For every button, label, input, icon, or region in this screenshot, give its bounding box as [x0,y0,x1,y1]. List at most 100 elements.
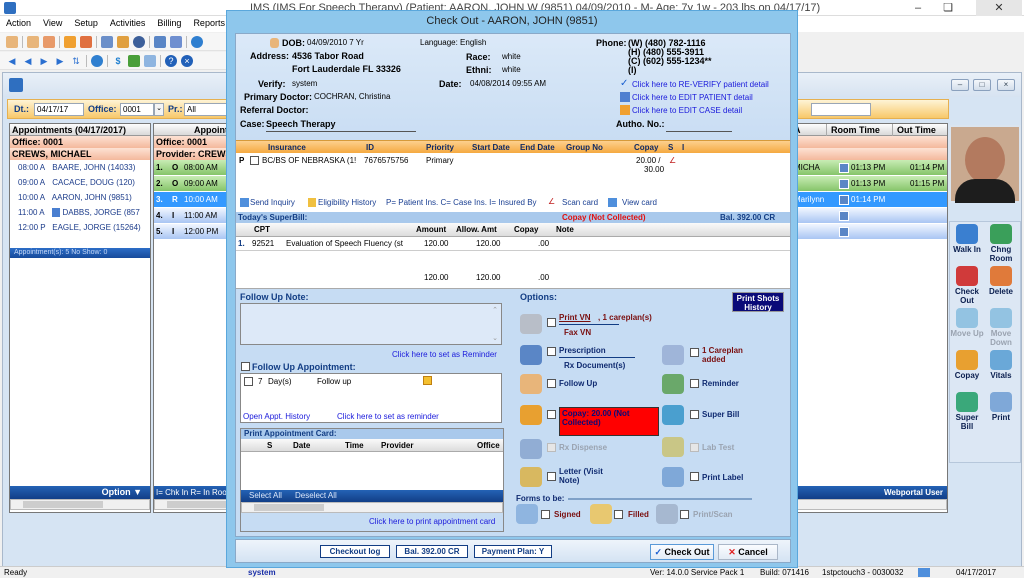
room-assign-icon[interactable] [839,227,849,237]
appointment-row[interactable]: 12:00 P EAGLE, JORGE (15264) [10,220,150,235]
superbill-icon[interactable] [154,35,166,48]
open-appt-history-link[interactable]: Open Appt. History [243,412,310,421]
super-bill-button[interactable]: Super Bill [950,390,984,432]
appointment-row[interactable]: 10:00 A AARON, JOHN (9851) [10,190,150,205]
close-circle-icon[interactable]: × [181,54,193,67]
menu-view[interactable]: View [37,16,68,30]
rx-icon[interactable] [101,35,113,48]
column-header-end-date[interactable]: End Date [520,143,555,152]
scan-card-icon[interactable]: ∠ [669,156,676,165]
eligibility-history-link[interactable]: Eligibility History [318,198,376,207]
print-label-label[interactable]: Print Label [702,473,743,482]
child-close-button[interactable]: × [997,79,1015,91]
fax-vn-label[interactable]: Fax VN [564,328,591,337]
column-header-cpt[interactable]: CPT [254,225,270,234]
dollar-icon[interactable]: $ [112,55,124,67]
menu-reports[interactable]: Reports [187,16,231,30]
careplan-checkbox[interactable] [690,348,699,357]
column-header-room-time[interactable]: Room Time [826,124,880,136]
column-header-time[interactable]: Time [345,441,364,450]
room-assign-icon[interactable] [839,179,849,189]
set-reminder-link-2[interactable]: Click here to set as reminder [337,412,439,421]
patient-verify-icon[interactable] [43,35,55,48]
menu-activities[interactable]: Activities [104,16,152,30]
folder-icon[interactable] [64,35,76,48]
scrollbar-thumb[interactable] [23,501,103,508]
report-chart-icon[interactable] [128,54,140,67]
follow-up-days-checkbox[interactable] [244,377,253,386]
reminder-checkbox[interactable] [690,379,699,388]
menu-action[interactable]: Action [0,16,37,30]
check-out-button[interactable]: ✓ Check Out [650,544,714,560]
room-assign-icon[interactable] [839,211,849,221]
filled-label[interactable]: Filled [628,510,649,519]
signed-checkbox[interactable] [541,510,550,519]
print-appointment-card-link[interactable]: Click here to print appointment card [369,517,495,526]
child-minimize-button[interactable]: – [951,79,969,91]
copay-button[interactable]: Copay [950,348,984,390]
copay-not-collected-label[interactable]: Copay: 20.00 (Not Collected) [559,407,659,436]
appointment-row[interactable]: 11:00 A DABBS, JORGE (857 [10,205,150,220]
scroll-up-icon[interactable]: ⌃ [492,306,498,314]
view-card-link[interactable]: View card [622,198,657,207]
close-button[interactable]: ✕ [976,0,1022,16]
letter-label[interactable]: Letter (Visit Note) [559,467,619,485]
edit-note-icon[interactable] [80,35,92,48]
horizontal-scrollbar[interactable] [10,499,150,510]
super-bill-checkbox[interactable] [690,410,699,419]
print-vn-label[interactable]: Print VN [559,313,591,322]
column-header-insurance[interactable]: Insurance [268,143,306,152]
last-record-icon[interactable]: ▶ [54,55,66,67]
option-button[interactable]: Option ▼ [10,486,150,499]
column-header-date[interactable]: Date [293,441,310,450]
print-shots-history-button[interactable]: Print Shots History [732,292,784,312]
chevron-down-icon[interactable]: ⌄ [154,103,164,116]
restore-button[interactable]: ❏ [934,0,962,16]
column-header-group-no[interactable]: Group No [566,143,603,152]
check-out-button[interactable]: Check Out [950,264,984,306]
edit-patient-link[interactable]: Click here to EDIT PATIENT detail [632,93,753,102]
provider-select[interactable]: All [184,103,229,116]
scan-card-link[interactable]: Scan card [562,198,598,207]
webportal-user-label[interactable]: Webportal User [884,486,943,499]
column-header-s[interactable]: S [267,441,272,450]
minimize-button[interactable]: – [904,0,932,16]
lab-flask-icon[interactable] [117,35,129,48]
follow-up-label[interactable]: Follow Up [559,379,597,388]
help-icon[interactable]: ? [165,54,177,67]
walk-in-button[interactable]: Walk In [950,222,984,264]
column-header-copay[interactable]: Copay [514,225,538,234]
set-reminder-link[interactable]: Click here to set as Reminder [392,350,497,359]
notepad-icon[interactable] [170,35,182,48]
search-input[interactable] [811,103,871,116]
case-value[interactable]: Speech Therapy [266,119,336,129]
settings-icon[interactable] [144,54,156,67]
prev-record-icon[interactable]: ◀ [22,55,34,67]
scroll-down-icon[interactable]: ⌄ [492,334,498,342]
column-header-id[interactable]: ID [366,143,374,152]
edit-case-link[interactable]: Click here to EDIT CASE detail [632,106,742,115]
office-select[interactable]: 0001 [120,103,154,116]
vitals-button[interactable]: Vitals [984,348,1018,390]
menu-setup[interactable]: Setup [68,16,104,30]
calendar-icon[interactable] [423,376,432,385]
follow-up-checkbox[interactable] [547,379,556,388]
select-all-button[interactable]: Select All [249,490,282,502]
patient-edit-icon[interactable] [27,35,39,48]
horizontal-scrollbar[interactable] [241,502,503,513]
print-vn-checkbox[interactable] [547,318,556,327]
print-scan-checkbox[interactable] [680,510,689,519]
sort-icon[interactable]: ⇅ [70,55,82,67]
change-room-button[interactable]: Chng Room [984,222,1018,264]
column-header-priority[interactable]: Priority [426,143,454,152]
refresh-icon[interactable] [191,35,203,48]
checkout-log-button[interactable]: Checkout log [320,545,390,558]
deselect-all-button[interactable]: Deselect All [295,490,337,502]
shield-icon[interactable] [133,35,145,48]
autho-input[interactable] [666,131,732,132]
column-header-start-date[interactable]: Start Date [472,143,510,152]
column-header-out-time[interactable]: Out Time [892,124,936,136]
print-button[interactable]: Print [984,390,1018,432]
cancel-button[interactable]: ✕ Cancel [718,544,778,560]
signed-label[interactable]: Signed [554,510,581,519]
